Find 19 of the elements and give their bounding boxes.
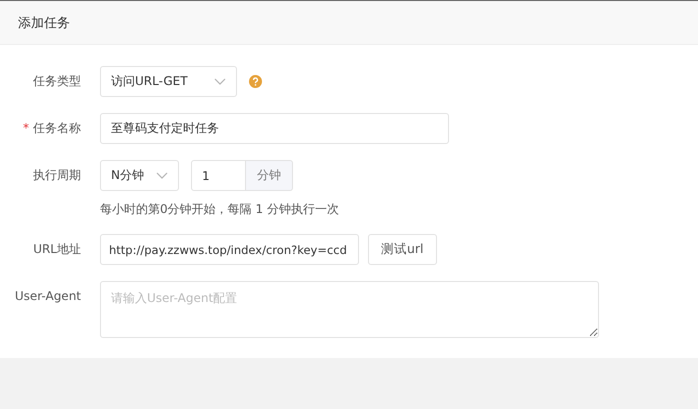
test-url-button[interactable]: 测试url [368,234,437,265]
field-label: 执行周期 [33,167,81,184]
period-dropdown[interactable]: N分钟 [100,160,179,191]
task-type-dropdown[interactable]: 访问URL-GET [100,66,237,97]
url-field[interactable]: http://pay.zzwws.top/index/cron?key=ccd [100,234,359,265]
user-agent-field[interactable]: 请输入User-Agent配置 [100,281,599,338]
panel-title: 添加任务 [18,14,70,32]
interval-field[interactable]: 1 [191,160,246,191]
chevron-down-icon [214,78,226,85]
field-label: 任务类型 [33,73,81,90]
field-label: 任务名称 [33,120,81,137]
task-name-field[interactable]: 至尊码支付定时任务 [100,113,449,144]
chevron-down-icon [156,172,168,179]
required-mark: * [23,120,29,137]
field-label: User-Agent [14,288,81,305]
unit-addon: 分钟 [246,160,293,191]
help-icon[interactable] [249,75,262,88]
field-label: URL地址 [33,241,81,258]
schedule-hint: 每小时的第0分钟开始，每隔 1 分钟执行一次 [100,201,339,218]
